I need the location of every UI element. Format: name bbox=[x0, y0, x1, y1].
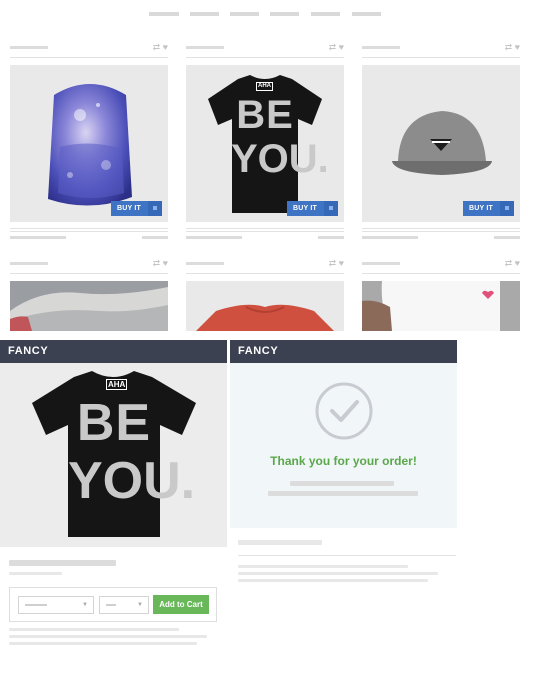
order-confirmation-panel: Thank you for your order! bbox=[230, 363, 457, 528]
repost-icon[interactable]: ⇄ bbox=[505, 258, 513, 268]
chevron-down-icon: ▼ bbox=[137, 602, 143, 608]
card-title-placeholder bbox=[10, 46, 48, 49]
divider bbox=[10, 273, 168, 274]
buy-it-button[interactable]: BUY IT bbox=[287, 201, 338, 216]
card-actions: ⇄ ♥ bbox=[496, 258, 520, 268]
product-card-sneaker: ⇄ ♥ bbox=[10, 216, 168, 336]
shirt-text-line1-large: BE bbox=[76, 394, 152, 452]
confirmation-placeholder bbox=[268, 491, 418, 496]
product-detail-image: AHA BE YOU. bbox=[0, 363, 227, 547]
product-card-red-shirt: ⇄ ♥ bbox=[186, 216, 344, 336]
buy-it-label: BUY IT bbox=[469, 205, 494, 212]
fancy-header-right: FANCY bbox=[230, 340, 457, 363]
product-title-placeholder bbox=[9, 560, 116, 566]
card-actions: ⇄ ♥ bbox=[320, 258, 344, 268]
confirmation-placeholder bbox=[290, 481, 394, 486]
cap-image bbox=[392, 111, 492, 175]
description-placeholder bbox=[9, 642, 197, 645]
buy-it-button[interactable]: BUY IT bbox=[111, 201, 162, 216]
card-title-placeholder bbox=[362, 262, 400, 265]
buy-it-label: BUY IT bbox=[293, 205, 318, 212]
card-actions: ⇄ ♥ bbox=[320, 42, 344, 52]
card-actions: ⇄ ♥ bbox=[496, 42, 520, 52]
white-tee-image bbox=[362, 281, 520, 331]
card-title-placeholder bbox=[362, 46, 400, 49]
cart-icon bbox=[148, 201, 162, 216]
product-image-tshirt[interactable]: AHA BE YOU. BUY IT bbox=[186, 65, 344, 222]
repost-icon[interactable]: ⇄ bbox=[505, 42, 513, 52]
quantity-select[interactable]: ▼ bbox=[99, 596, 149, 614]
thank-you-message: Thank you for your order! bbox=[270, 454, 417, 468]
description-placeholder bbox=[9, 635, 207, 638]
product-card-backpack: ⇄ ♥ BUY IT bbox=[10, 0, 168, 240]
heart-icon[interactable]: ♥ bbox=[163, 42, 168, 52]
heart-icon[interactable]: ♥ bbox=[339, 42, 344, 52]
description-placeholder bbox=[9, 628, 179, 631]
check-circle-icon bbox=[315, 382, 373, 440]
divider bbox=[10, 57, 168, 58]
shirt-text-line1: BE bbox=[236, 93, 294, 137]
fancy-header-left: FANCY bbox=[0, 340, 227, 363]
card-actions: ⇄ ♥ bbox=[144, 258, 168, 268]
card-title-placeholder bbox=[186, 46, 224, 49]
select-value-placeholder bbox=[25, 604, 47, 606]
divider bbox=[186, 273, 344, 274]
order-detail-placeholder bbox=[238, 565, 408, 568]
product-image-backpack[interactable]: BUY IT bbox=[10, 65, 168, 222]
repost-icon[interactable]: ⇄ bbox=[329, 42, 337, 52]
product-card-white-tee: ⇄ ♥ bbox=[362, 216, 520, 336]
purchase-box: ▼ ▼ Add to Cart bbox=[9, 587, 217, 622]
repost-icon[interactable]: ⇄ bbox=[329, 258, 337, 268]
buy-it-button[interactable]: BUY IT bbox=[463, 201, 514, 216]
fancy-logo: FANCY bbox=[238, 345, 279, 357]
product-image-white-tee[interactable] bbox=[362, 281, 520, 331]
divider bbox=[186, 57, 344, 58]
cart-icon bbox=[500, 201, 514, 216]
fancy-logo: FANCY bbox=[8, 345, 49, 357]
order-meta-placeholder bbox=[238, 540, 322, 545]
backpack-image bbox=[48, 84, 132, 206]
shirt-brand: AHA bbox=[256, 82, 273, 91]
red-shirt-image bbox=[196, 304, 334, 331]
card-actions: ⇄ ♥ bbox=[144, 42, 168, 52]
heart-icon[interactable]: ♥ bbox=[339, 258, 344, 268]
divider bbox=[362, 273, 520, 274]
heart-icon[interactable]: ♥ bbox=[515, 258, 520, 268]
select-value-placeholder bbox=[106, 604, 116, 606]
card-title-placeholder bbox=[10, 262, 48, 265]
sneaker-image bbox=[10, 281, 168, 331]
product-card-cap: ⇄ ♥ BUY IT bbox=[362, 0, 520, 240]
repost-icon[interactable]: ⇄ bbox=[153, 42, 161, 52]
product-image-cap[interactable]: BUY IT bbox=[362, 65, 520, 222]
divider bbox=[362, 57, 520, 58]
divider bbox=[238, 555, 456, 556]
chevron-down-icon: ▼ bbox=[82, 602, 88, 608]
product-price-placeholder bbox=[9, 572, 62, 575]
shirt-text-line2: YOU. bbox=[231, 137, 329, 181]
card-title-placeholder bbox=[186, 262, 224, 265]
product-image-red-shirt[interactable] bbox=[186, 281, 344, 331]
size-select[interactable]: ▼ bbox=[18, 596, 94, 614]
add-to-cart-button[interactable]: Add to Cart bbox=[153, 595, 209, 614]
shirt-brand-large: AHA bbox=[106, 379, 128, 390]
order-detail-placeholder bbox=[238, 572, 438, 575]
order-detail-placeholder bbox=[238, 579, 428, 582]
heart-icon[interactable]: ♥ bbox=[163, 258, 168, 268]
cart-icon bbox=[324, 201, 338, 216]
shirt-text-line2-large: YOU. bbox=[68, 452, 196, 510]
heart-icon[interactable]: ♥ bbox=[515, 42, 520, 52]
repost-icon[interactable]: ⇄ bbox=[153, 258, 161, 268]
product-card-tshirt: ⇄ ♥ AHA BE YOU. BUY IT bbox=[186, 0, 344, 240]
product-image-sneaker[interactable] bbox=[10, 281, 168, 331]
buy-it-label: BUY IT bbox=[117, 205, 142, 212]
